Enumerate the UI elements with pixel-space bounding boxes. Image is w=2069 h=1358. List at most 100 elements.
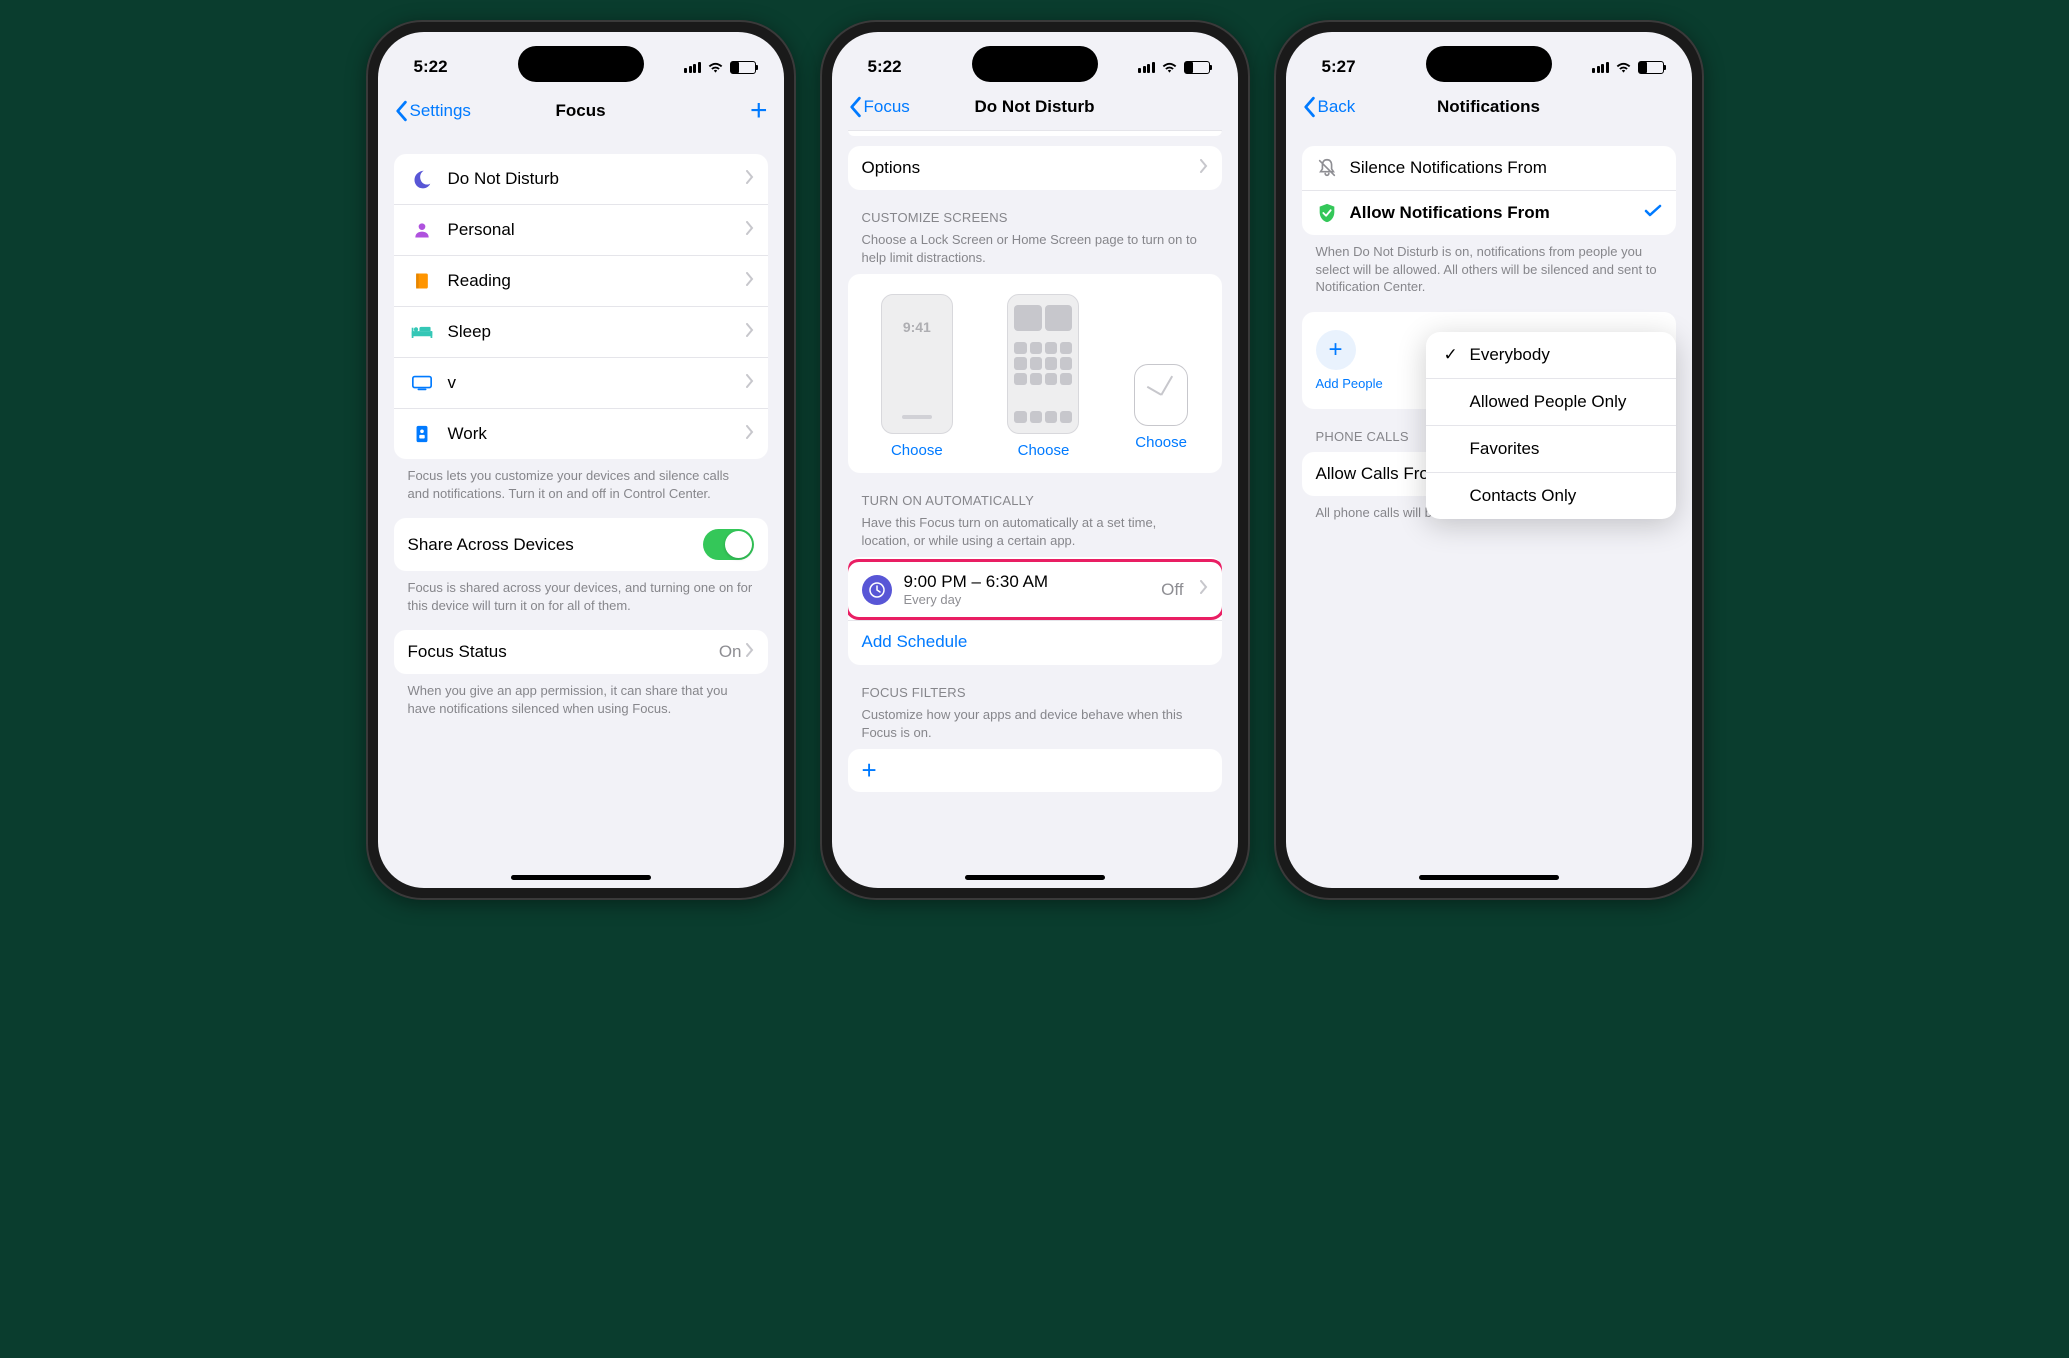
chevron-right-icon (746, 221, 754, 240)
chevron-right-icon (746, 323, 754, 342)
popup-option-favorites[interactable]: ✓Favorites (1426, 426, 1676, 473)
dynamic-island (972, 46, 1098, 82)
silence-allow-group: Silence Notifications From Allow Notific… (1302, 146, 1676, 235)
nav-bar: Focus Do Not Disturb (832, 86, 1238, 130)
book-icon (408, 267, 436, 295)
content-area[interactable]: Do Not Disturb Personal Reading Sleep v … (378, 138, 784, 888)
choose-home[interactable]: Choose (1018, 442, 1070, 459)
wifi-icon (707, 61, 724, 74)
check-icon: ✓ (1444, 345, 1460, 365)
focus-label: Personal (448, 220, 746, 240)
signal-icon (1592, 61, 1609, 73)
home-screen-mock[interactable]: Choose (1007, 294, 1079, 459)
share-toggle[interactable] (703, 529, 754, 560)
add-people-label: Add People (1316, 376, 1383, 391)
dynamic-island (1426, 46, 1552, 82)
chevron-right-icon (746, 425, 754, 444)
back-label: Focus (864, 97, 910, 117)
auto-header: TURN ON AUTOMATICALLY (848, 473, 1222, 512)
back-button[interactable]: Back (1302, 96, 1356, 118)
dynamic-island (518, 46, 644, 82)
schedule-row[interactable]: 9:00 PM – 6:30 AM Every day Off (848, 562, 1222, 617)
content-area[interactable]: Options CUSTOMIZE SCREENS Choose a Lock … (832, 130, 1238, 888)
page-title: Notifications (1437, 97, 1540, 117)
focus-label: Do Not Disturb (448, 169, 746, 189)
options-row[interactable]: Options (848, 146, 1222, 190)
prev-section-edge (848, 130, 1222, 136)
silence-row[interactable]: Silence Notifications From (1302, 146, 1676, 191)
status-icons (1138, 61, 1210, 74)
status-footer: When you give an app permission, it can … (394, 674, 768, 717)
focus-row-reading[interactable]: Reading (394, 256, 768, 307)
add-filter-button[interactable]: + (848, 749, 1222, 792)
screen-3: 5:27 Back Notifications Silence Notifica… (1286, 32, 1692, 888)
status-label: Focus Status (408, 642, 719, 662)
status-time: 5:22 (414, 57, 448, 77)
tv-icon (408, 369, 436, 397)
status-group: Focus Status On (394, 630, 768, 674)
status-icons (684, 61, 756, 74)
back-label: Settings (410, 101, 471, 121)
focus-row-sleep[interactable]: Sleep (394, 307, 768, 358)
popup-option-contacts-only[interactable]: ✓Contacts Only (1426, 473, 1676, 519)
wifi-icon (1161, 61, 1178, 74)
check-shield-icon (1316, 202, 1338, 224)
focus-row-v[interactable]: v (394, 358, 768, 409)
focus-status-row[interactable]: Focus Status On (394, 630, 768, 674)
share-row[interactable]: Share Across Devices (394, 518, 768, 571)
chevron-right-icon (746, 374, 754, 393)
focus-row-do-not-disturb[interactable]: Do Not Disturb (394, 154, 768, 205)
schedule-repeat: Every day (904, 592, 1150, 607)
focus-label: Reading (448, 271, 746, 291)
lock-screen-mock[interactable]: 9:41 Choose (881, 294, 953, 459)
popup-label: Contacts Only (1470, 486, 1577, 506)
back-button[interactable]: Settings (394, 100, 471, 122)
allow-label: Allow Notifications From (1350, 203, 1644, 223)
home-indicator[interactable] (1419, 875, 1559, 880)
screens-group: 9:41 Choose Choose (848, 274, 1222, 473)
nav-bar: Back Notifications (1286, 86, 1692, 130)
mock-time: 9:41 (903, 319, 931, 335)
moon-icon (408, 165, 436, 193)
back-label: Back (1318, 97, 1356, 117)
brief-icon (408, 420, 436, 448)
chevron-left-icon (394, 100, 408, 122)
allow-row[interactable]: Allow Notifications From (1302, 191, 1676, 235)
chevron-right-icon (1200, 580, 1208, 599)
focus-row-personal[interactable]: Personal (394, 205, 768, 256)
schedule-highlight: 9:00 PM – 6:30 AM Every day Off (848, 559, 1222, 620)
customize-header: CUSTOMIZE SCREENS (848, 190, 1222, 229)
filters-header: FOCUS FILTERS (848, 665, 1222, 704)
choose-watch[interactable]: Choose (1135, 434, 1187, 451)
popup-option-everybody[interactable]: ✓Everybody (1426, 332, 1676, 379)
filters-desc: Customize how your apps and device behav… (848, 704, 1222, 741)
add-focus-button[interactable]: + (750, 94, 768, 128)
focus-list: Do Not Disturb Personal Reading Sleep v … (394, 154, 768, 459)
watch-mock[interactable]: Choose (1134, 294, 1188, 459)
check-icon (1644, 203, 1662, 224)
schedule-state: Off (1161, 580, 1183, 600)
schedule-time: 9:00 PM – 6:30 AM (904, 572, 1150, 592)
popup-option-allowed-people-only[interactable]: ✓Allowed People Only (1426, 379, 1676, 426)
schedule-group: 9:00 PM – 6:30 AM Every day Off Add Sche… (848, 557, 1222, 665)
focus-label: Work (448, 424, 746, 444)
choose-lock[interactable]: Choose (891, 442, 943, 459)
focus-row-work[interactable]: Work (394, 409, 768, 459)
calls-popup-menu[interactable]: ✓Everybody✓Allowed People Only✓Favorites… (1426, 332, 1676, 519)
back-button[interactable]: Focus (848, 96, 910, 118)
watch-face-icon (1134, 364, 1188, 426)
home-indicator[interactable] (965, 875, 1105, 880)
silence-label: Silence Notifications From (1350, 158, 1662, 178)
add-schedule-button[interactable]: Add Schedule (848, 620, 1222, 663)
share-label: Share Across Devices (408, 535, 703, 555)
share-group: Share Across Devices (394, 518, 768, 571)
home-indicator[interactable] (511, 875, 651, 880)
status-value: On (719, 642, 742, 662)
battery-icon (730, 61, 756, 74)
customize-desc: Choose a Lock Screen or Home Screen page… (848, 229, 1222, 266)
add-people-icon[interactable]: + (1316, 330, 1356, 370)
focus-label: v (448, 373, 746, 393)
battery-icon (1184, 61, 1210, 74)
bell-slash-icon (1316, 157, 1338, 179)
chevron-right-icon (1200, 159, 1208, 178)
